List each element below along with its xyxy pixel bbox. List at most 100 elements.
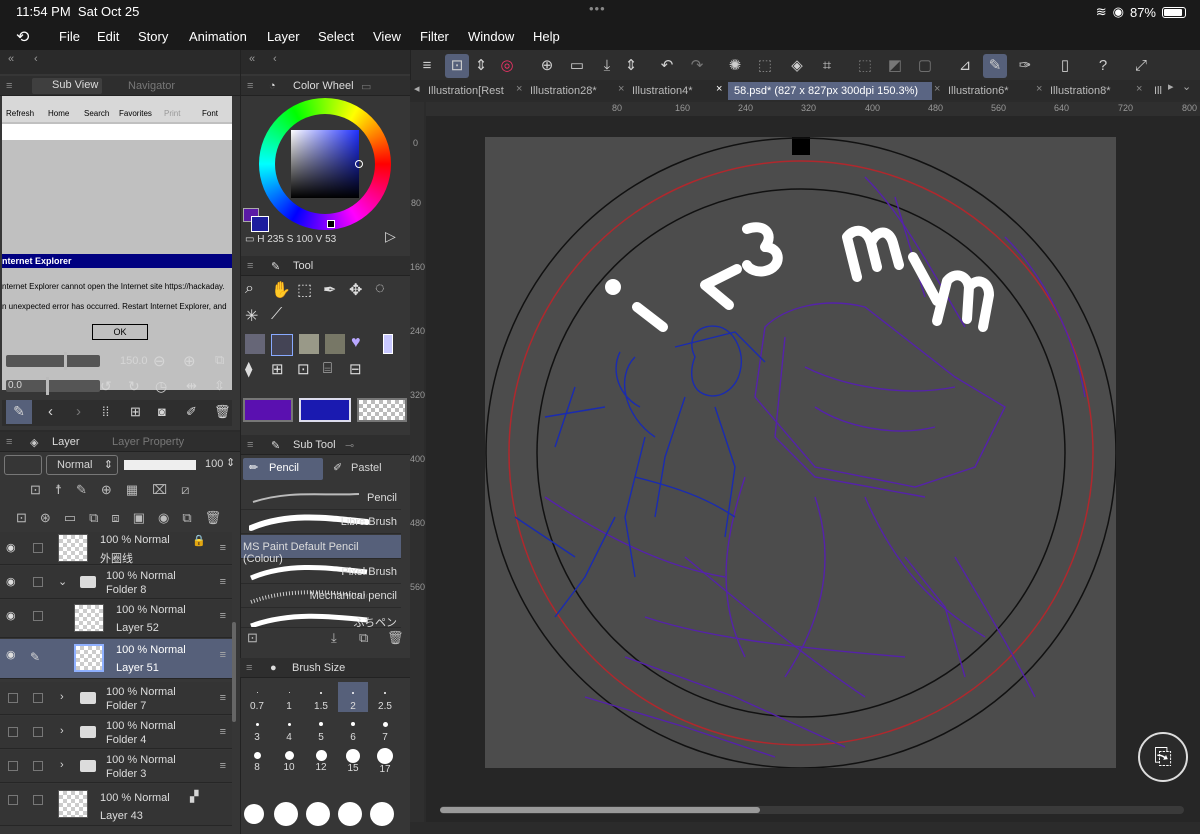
layer-checkbox[interactable] [33,577,43,587]
brush-item[interactable]: Libre Brush [241,510,401,534]
app-logo-icon[interactable]: ⟲ [16,27,29,47]
trash-icon[interactable]: 🗑 [214,404,231,420]
text-tool-icon[interactable]: ⊡ [297,360,310,378]
layer-checkbox[interactable] [33,543,43,553]
eyedropper-tool-icon[interactable]: ✒ [323,280,336,300]
layer-menu-icon[interactable]: ≡ [220,649,226,661]
tab-scroll-left-icon[interactable]: ◂ [414,82,420,95]
brush-size-option[interactable]: 0.7 [242,682,272,712]
menu-story[interactable]: Story [138,29,168,44]
layer-color-button[interactable] [4,455,42,475]
zoom-slider[interactable] [6,352,100,370]
horizontal-scrollbar[interactable] [440,806,1184,814]
move-tool-icon[interactable]: ✥ [349,280,362,300]
brush-size-option[interactable]: 4 [274,714,304,744]
chevron-updown-icon[interactable]: ⇕ [469,54,493,78]
layer-menu-icon[interactable]: ≡ [220,726,226,738]
tab-layer-property[interactable]: Layer Property [112,436,184,448]
menu-filter[interactable]: Filter [420,29,449,44]
visibility-checkbox[interactable] [8,727,18,737]
layer-row[interactable]: › 100 % Normal Folder 4 ≡ [0,716,232,749]
clear-icon[interactable]: ⬚ [753,54,777,78]
tab-close-icon[interactable]: × [516,83,522,95]
color-wheel-title[interactable]: Color Wheel [293,80,354,92]
new-folder-icon[interactable]: ▭ [64,510,76,530]
help-icon[interactable]: ? [1091,54,1115,78]
transform-icon[interactable]: ⌗ [815,54,839,78]
custom-tool-thumb-3[interactable] [299,334,319,354]
brush-size-option[interactable]: 3 [242,714,272,744]
rotate-slider[interactable]: 0.0 [6,377,100,395]
delete-layer-icon[interactable]: 🗑 [205,510,222,530]
eyedropper-icon[interactable]: ⟋ [271,306,282,324]
reset-rotate-icon[interactable]: ◷ [155,378,167,395]
layer-row[interactable]: ◉ 100 % Normal Layer 52 ≡ [0,600,232,638]
mask-enable-icon[interactable]: ⌧ [152,482,167,502]
hsv-toggle-icon[interactable]: ▭ [245,234,254,245]
tab-close-icon[interactable]: × [618,83,624,95]
tab-sub-view[interactable]: Sub View [32,78,102,94]
menu-layer[interactable]: Layer [267,29,300,44]
brush-item[interactable]: Pixel Brush [241,560,401,584]
tab-scroll-right-icon[interactable]: ▸ [1168,80,1174,93]
back-icon[interactable]: ‹ [273,53,277,65]
menu-edit[interactable]: Edit [97,29,119,44]
color-tool-icon[interactable] [383,334,393,354]
reference-image[interactable]: Refresh Home Search Favorites Print Font… [2,96,232,390]
color-picker-cursor[interactable] [355,160,363,168]
brush-size-option[interactable]: 15 [338,746,368,776]
chevron-right-icon[interactable]: › [60,759,64,771]
ruler-icon[interactable]: ⧄ [181,482,189,502]
menu-file[interactable]: File [59,29,80,44]
zoom-in-icon[interactable]: ⊕ [183,352,196,370]
simple-mode-icon[interactable]: ⊡ [445,54,469,78]
duplicate-icon[interactable]: ⧉ [89,510,98,530]
operation-tool-icon[interactable]: ⬚ [297,280,312,300]
zoom-out-icon[interactable]: ⊖ [153,352,166,370]
brush-size-option[interactable]: 12 [306,746,336,776]
layer-menu-icon[interactable]: ≡ [220,692,226,704]
layer-checkbox[interactable] [33,693,43,703]
panel-menu-icon[interactable]: ≡ [247,80,253,92]
brush-size-option[interactable] [274,802,298,826]
frame-tool-icon[interactable]: ⌸ [323,360,332,377]
draft-layer-icon[interactable]: ✎ [76,482,87,502]
undo-icon[interactable]: ↶ [655,54,679,78]
panel-menu-icon[interactable]: ≡ [247,439,253,451]
brush-size-option[interactable] [338,802,362,826]
rotate-left-icon[interactable]: ↺ [100,378,112,395]
tab-document[interactable]: Illustration4* [632,82,712,100]
hamburger-menu-icon[interactable]: ≡ [415,54,439,78]
menu-window[interactable]: Window [468,29,514,44]
redo-icon[interactable]: ↷ [685,54,709,78]
brush-size-option[interactable]: 17 [370,746,400,776]
layer-checkbox[interactable] [33,795,43,805]
hand-tool-icon[interactable]: ✋ [271,280,291,300]
zoom-slider-handle[interactable] [64,352,67,370]
layer-checkbox[interactable] [33,611,43,621]
back-icon[interactable]: ‹ [34,53,38,65]
tab-close-icon[interactable]: × [716,83,722,95]
eye-icon[interactable]: ◉ [6,609,16,622]
sub-tool-title[interactable]: Sub Tool [293,439,336,451]
brush-item[interactable]: Pencil [241,486,401,510]
brush-size-option[interactable]: 8 [242,746,272,776]
clip-icon[interactable]: ⊡ [30,482,41,502]
rotate-right-icon[interactable]: ↻ [128,378,140,395]
chevron-right-icon[interactable]: › [60,725,64,737]
color-cycle-icon[interactable]: ▷ [385,228,396,245]
panel-menu-icon[interactable]: ≡ [246,662,252,674]
zoom-tool-icon[interactable]: ⌕ [245,280,254,298]
tab-document-active[interactable]: 58.psd* (827 x 827px 300dpi 150.3%) [728,82,932,100]
tab-document[interactable]: Illustration28* [530,82,614,100]
panel-menu-icon[interactable]: ≡ [247,260,253,272]
lasso-tool-icon[interactable]: ◌ [375,280,385,298]
eye-icon[interactable]: ◉ [6,648,16,661]
layer-row[interactable]: 100 % Normal Layer 43 ▞ [0,784,232,826]
tab-navigator[interactable]: Navigator [128,80,175,92]
visibility-checkbox[interactable] [8,693,18,703]
brush-size-option[interactable]: 6 [338,714,368,744]
menu-help[interactable]: Help [533,29,560,44]
blend-mode-select[interactable]: Normal ⇕ [46,455,118,475]
main-color-chip[interactable] [243,398,293,422]
